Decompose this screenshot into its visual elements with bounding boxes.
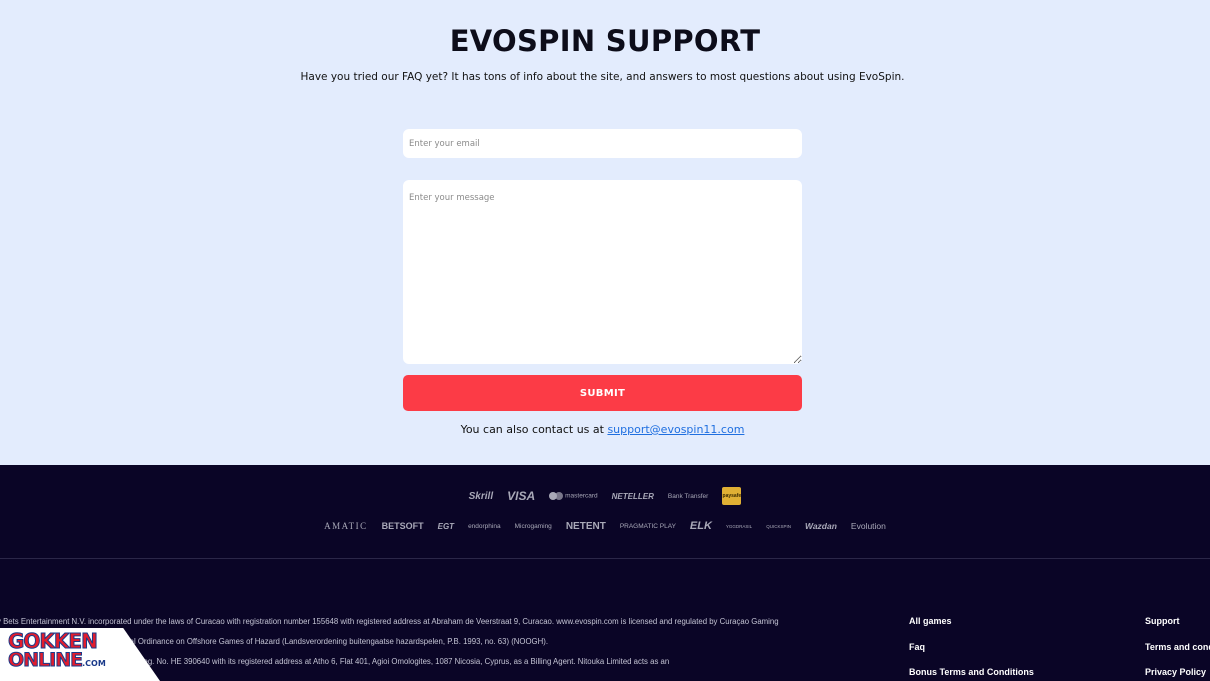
footer-link-bonus-terms[interactable]: Bonus Terms and Conditions bbox=[909, 660, 1034, 681]
contact-line: You can also contact us at support@evosp… bbox=[0, 423, 1205, 436]
evolution-logo: Evolution bbox=[850, 521, 886, 531]
bank-transfer-logo: Bank Transfer bbox=[667, 492, 709, 500]
yggdrasil-logo: YGGDRASIL bbox=[725, 523, 753, 529]
pragmatic-play-logo: PRAGMATIC PLAY bbox=[619, 522, 676, 530]
visa-logo: VISA bbox=[507, 489, 536, 503]
footer-link-all-games[interactable]: All games bbox=[909, 609, 1034, 635]
neteller-logo: NETELLER bbox=[611, 491, 654, 501]
elk-logo: ELK bbox=[689, 520, 712, 532]
footer-link-terms[interactable]: Terms and conditions bbox=[1145, 635, 1210, 661]
skrill-logo: Skrill bbox=[468, 490, 494, 502]
footer-divider bbox=[0, 558, 1210, 559]
egt-logo: EGT bbox=[437, 521, 455, 531]
logo-line-2: ONLINE.COM bbox=[7, 649, 106, 671]
page-title: EVOSPIN SUPPORT bbox=[449, 24, 761, 58]
footer-link-support[interactable]: Support bbox=[1145, 609, 1210, 635]
quickspin-logo: QUICKSPIN bbox=[766, 523, 791, 529]
legal-line-1: y Bets Entertainment N.V. incorporated u… bbox=[0, 617, 779, 626]
amatic-logo: AMATIC bbox=[324, 521, 368, 531]
paysafe-logo: paysafe bbox=[722, 487, 742, 505]
contact-text: You can also contact us at bbox=[460, 423, 608, 436]
footer-link-privacy[interactable]: Privacy Policy bbox=[1145, 660, 1210, 681]
provider-logos: AMATIC BETSOFT EGT endorphina Microgamin… bbox=[0, 516, 1210, 536]
support-section: EVOSPIN SUPPORT Have you tried our FAQ y… bbox=[0, 0, 1210, 465]
support-email-link[interactable]: support@evospin11.com bbox=[607, 423, 744, 436]
microgaming-logo: Microgaming bbox=[514, 522, 552, 530]
payment-logos: Skrill VISA mastercard NETELLER Bank Tra… bbox=[0, 486, 1210, 506]
page-subtitle: Have you tried our FAQ yet? It has tons … bbox=[300, 71, 905, 83]
mastercard-circles-icon bbox=[549, 492, 564, 500]
footer-links-col2: Support Terms and conditions Privacy Pol… bbox=[1145, 609, 1210, 681]
mastercard-logo: mastercard bbox=[549, 492, 598, 500]
submit-button[interactable]: SUBMIT bbox=[403, 375, 802, 411]
wazdan-logo: Wazdan bbox=[804, 521, 837, 531]
netent-logo: NETENT bbox=[565, 520, 606, 532]
footer-links-col1: All games Faq Bonus Terms and Conditions bbox=[909, 609, 1034, 681]
message-textarea[interactable] bbox=[403, 180, 802, 364]
endorphina-logo: endorphina bbox=[468, 522, 501, 530]
betsoft-logo: BETSOFT bbox=[381, 521, 424, 531]
email-input[interactable] bbox=[403, 129, 802, 158]
footer-link-faq[interactable]: Faq bbox=[909, 635, 1034, 661]
gokkenonline-logo: GOKKEN ONLINE.COM bbox=[7, 631, 108, 673]
